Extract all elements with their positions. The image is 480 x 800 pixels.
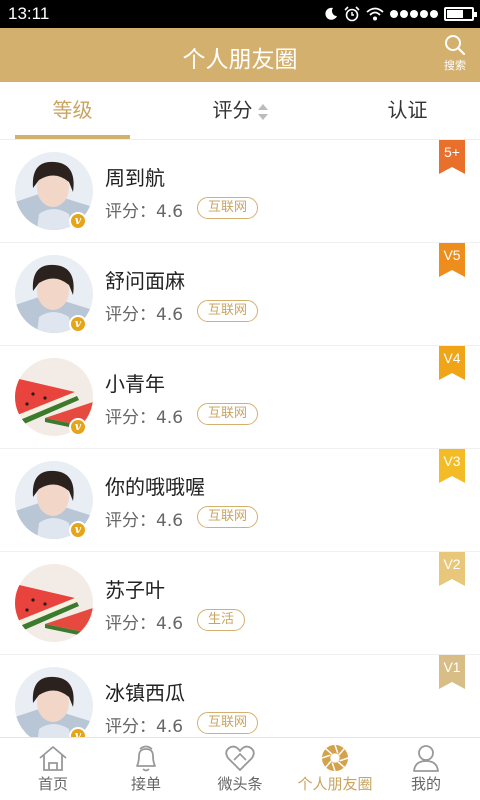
friend-rating: 评分：4.6 [105,717,184,737]
header-bar: 个人朋友圈 搜索 [0,28,480,82]
level-ribbon: V3 [439,449,465,483]
nav-item-microfeed[interactable]: 微头条 [192,738,288,800]
sort-tabs: 等级 评分 认证 [0,82,480,140]
friend-list-item[interactable]: v 冰镇西瓜 评分：4.6 互联网 V1 [0,655,480,737]
user-icon [413,745,439,772]
friend-tag: 互联网 [197,197,259,219]
avatar[interactable]: v [15,255,93,333]
aperture-icon [321,744,349,772]
friend-list-item[interactable]: v 周到航 评分：4.6 互联网 5+ [0,140,480,243]
level-ribbon: V1 [439,655,465,689]
verified-v-badge: v [69,521,87,539]
tab-rating-label: 评分 [212,98,253,122]
battery-icon [444,7,477,21]
verified-v-badge: v [69,212,87,230]
search-label: 搜索 [444,59,466,72]
verified-v-badge: v [69,315,87,333]
heart-hands-icon [225,745,255,771]
friend-list-item[interactable]: v 舒问面麻 评分：4.6 互联网 V5 [0,243,480,346]
avatar-girl-image [15,667,93,737]
level-text: V2 [443,556,461,572]
signal-icon [390,10,438,18]
level-ribbon: V5 [439,243,465,277]
avatar[interactable]: v [15,667,93,737]
level-text: V5 [443,247,461,263]
nav-label-orders: 接单 [130,775,161,793]
tab-certification-label: 认证 [387,98,428,122]
friend-list-item[interactable]: v 小青年 评分：4.6 互联网 V4 [0,346,480,449]
friend-rating: 评分：4.6 [105,408,184,428]
nav-item-orders[interactable]: 接单 [98,738,194,800]
search-icon [445,35,466,56]
nav-label-home: 首页 [37,775,68,793]
status-icons [324,5,477,23]
level-text: V3 [443,453,461,469]
avatar[interactable] [15,564,93,642]
friend-list: v 周到航 评分：4.6 互联网 5+ v 舒问面麻 评分：4.6 互联网 V5 [0,140,480,737]
tab-rating[interactable]: 评分 [183,82,298,140]
level-text: V4 [443,350,461,366]
friend-list-item[interactable]: v 你的哦哦喔 评分：4.6 互联网 V3 [0,449,480,552]
friend-name: 周到航 [105,166,165,190]
bell-icon [136,745,156,772]
friend-tag: 互联网 [197,403,259,425]
nav-label-microfeed: 微头条 [217,775,263,793]
status-time: 13:11 [8,4,50,23]
avatar[interactable]: v [15,152,93,230]
verified-v-badge: v [69,418,87,436]
friend-tag: 生活 [197,609,246,631]
level-ribbon: V4 [439,346,465,380]
app-root: { "status_bar": { "time": "13:11" }, "he… [0,0,480,800]
level-ribbon: 5+ [439,140,465,174]
avatar-watermelon-image [15,564,93,642]
nav-label-me: 我的 [410,775,441,793]
alarm-icon [344,6,360,22]
tab-level-label: 等级 [52,98,93,122]
nav-label-moments: 个人朋友圈 [297,775,373,793]
level-text: V1 [443,659,461,675]
tab-active-indicator [15,135,130,139]
friend-list-item[interactable]: 苏子叶 评分：4.6 生活 V2 [0,552,480,655]
nav-item-me[interactable]: 我的 [378,738,474,800]
friend-tag: 互联网 [197,712,259,734]
status-bar: 13:11 [0,0,480,28]
friend-name: 你的哦哦喔 [105,475,205,499]
friend-rating: 评分：4.6 [105,511,184,531]
level-text: 5+ [444,144,460,160]
friend-rating: 评分：4.6 [105,202,184,222]
page-title: 个人朋友圈 [182,47,298,73]
friend-tag: 互联网 [197,300,259,322]
friend-rating: 评分：4.6 [105,614,184,634]
home-icon [39,746,67,771]
avatar[interactable]: v [15,358,93,436]
search-button[interactable]: 搜索 [440,34,470,73]
friend-name: 小青年 [105,372,165,396]
wifi-icon [366,7,384,21]
friend-tag: 互联网 [197,506,259,528]
bottom-nav: 首页 接单 微头条 个人朋友圈 我的 [0,737,480,800]
tab-certification[interactable]: 认证 [350,82,465,140]
friend-name: 冰镇西瓜 [105,681,185,705]
friend-rating: 评分：4.6 [105,305,184,325]
nav-item-home[interactable]: 首页 [5,738,101,800]
friend-name: 舒问面麻 [105,269,185,293]
level-ribbon: V2 [439,552,465,586]
nav-item-moments[interactable]: 个人朋友圈 [285,738,385,800]
avatar[interactable]: v [15,461,93,539]
sort-icon [257,103,268,120]
moon-icon [325,7,337,20]
tab-level[interactable]: 等级 [15,82,130,140]
friend-name: 苏子叶 [105,578,165,602]
